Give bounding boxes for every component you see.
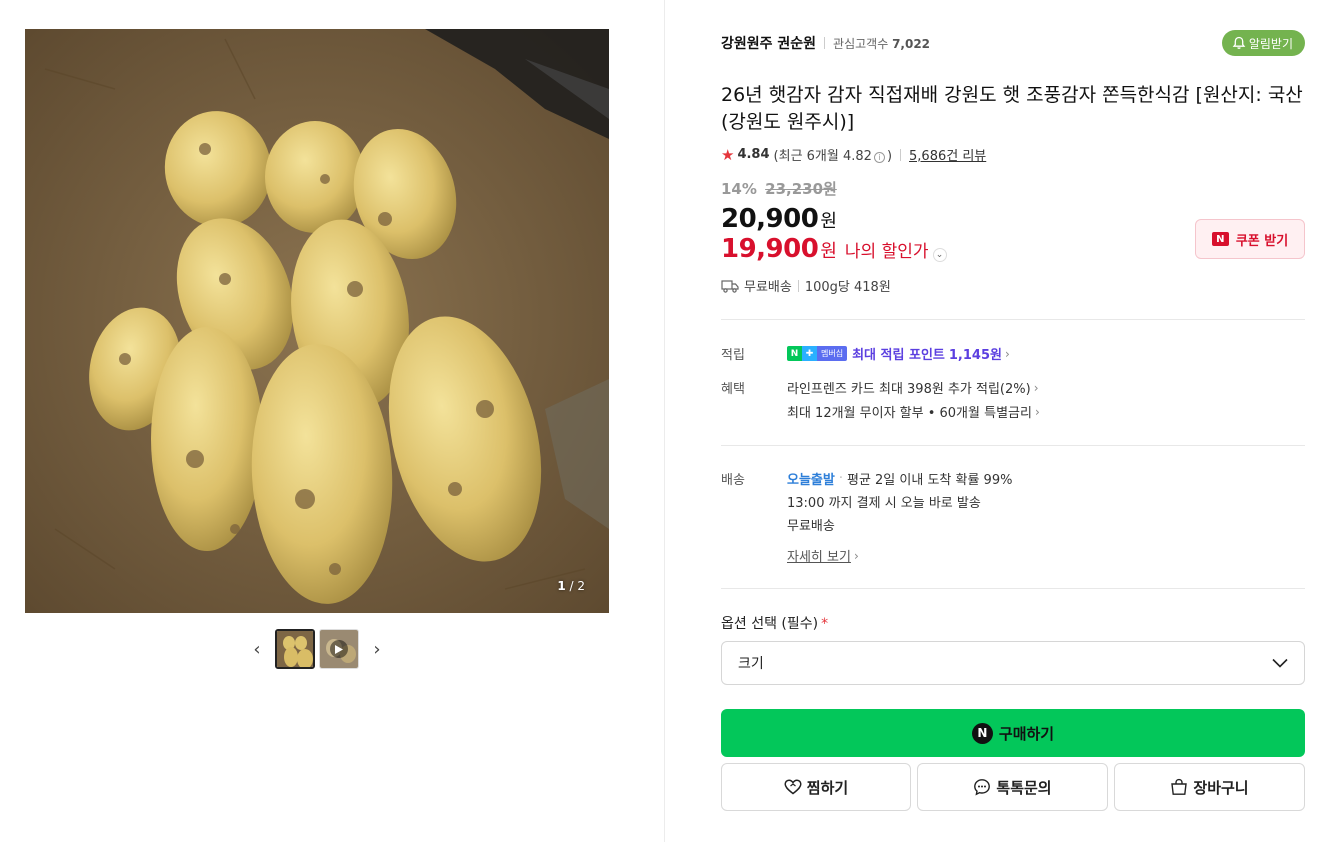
wish-button[interactable]: 찜하기 (721, 763, 911, 811)
buy-label: 구매하기 (998, 724, 1055, 743)
play-icon (330, 640, 348, 658)
detail-link[interactable]: 자세히 보기 › (787, 546, 859, 566)
chevron-down-icon: ⌄ (932, 248, 947, 262)
column-divider (664, 0, 665, 842)
separator (824, 37, 826, 49)
benefit-label: 혜택 (721, 382, 745, 397)
sale-price: 20,900 원 (721, 204, 837, 234)
rating-row: ★ 4.84 (최근 6개월 4.82 i) 5,686건 리뷰 (721, 145, 986, 165)
product-title: 26년 햇감자 감자 직접재배 강원도 햇 조풍감자 쫀득한식감 [원산지: 국… (721, 84, 1303, 133)
discount-rate: 14% (721, 180, 757, 198)
unit-price: 100g당 418원 (804, 280, 891, 295)
points-text: 최대 적립 포인트 (852, 348, 945, 363)
my-price-label: 나의 할인가 (844, 242, 929, 262)
potato-photo (25, 29, 609, 613)
npay-membership-badge: N ✚ 멤버십 (787, 346, 848, 361)
star-icon: ★ (721, 145, 735, 164)
interest-count: 관심고객수 7,022 (833, 35, 930, 52)
free-shipping: 무료배송 (744, 280, 792, 295)
separator (900, 148, 902, 161)
wish-label: 찜하기 (806, 778, 849, 797)
original-price: 23,230원 (765, 180, 837, 198)
thumbnail-strip: ‹ › (247, 628, 387, 670)
chevron-right-icon[interactable]: › (367, 639, 387, 660)
my-price-unit: 원 (820, 241, 837, 262)
talk-label: 톡톡문의 (996, 778, 1052, 797)
chat-icon (974, 779, 991, 796)
buy-button[interactable]: N 구매하기 (721, 709, 1305, 757)
bullet: · (838, 471, 843, 486)
npay-n: N (787, 346, 802, 361)
cutoff-text: 13:00 까지 결제 시 오늘 바로 발송 (787, 496, 981, 511)
coupon-button[interactable]: N 쿠폰 받기 (1195, 219, 1305, 259)
delivery-today-row: 오늘출발 · 평균 2일 이내 도착 확률 99% (787, 469, 1012, 488)
heart-icon (784, 779, 802, 795)
membership-text: 멤버십 (817, 346, 848, 361)
interest-label: 관심고객수 (833, 36, 889, 51)
truck-icon (721, 279, 739, 293)
cart-label: 장바구니 (1193, 778, 1249, 797)
my-discount-price[interactable]: 19,900 원 나의 할인가 ⌄ (721, 234, 947, 264)
cart-button[interactable]: 장바구니 (1114, 763, 1305, 811)
review-link[interactable]: 5,686건 리뷰 (909, 145, 986, 164)
installment-text: 최대 12개월 무이자 할부 • 60개월 특별금리 (787, 406, 1032, 421)
option-select[interactable]: 크기 (721, 641, 1305, 685)
store-header: 강원원주 권순원 관심고객수 7,022 알림받기 (721, 30, 1305, 56)
store-name[interactable]: 강원원주 권순원 (721, 33, 816, 53)
chevron-right-icon: › (1004, 346, 1010, 361)
interest-value: 7,022 (892, 36, 931, 51)
alarm-button[interactable]: 알림받기 (1221, 30, 1305, 56)
option-label-text: 옵션 선택 (필수) (721, 616, 819, 632)
discount-row: 14% 23,230원 (721, 178, 837, 199)
naver-pay-icon: N (971, 722, 993, 744)
option-label: 옵션 선택 (필수) * (721, 613, 828, 633)
rating-value: 4.84 (737, 147, 770, 162)
card-benefit-row[interactable]: 라인프렌즈 카드 최대 398원 추가 적립(2%) › (787, 378, 1039, 398)
chevron-right-icon: › (1034, 404, 1040, 419)
image-counter: 1 / 2 (557, 579, 585, 593)
arrival-rate: 평균 2일 이내 도착 확률 99% (846, 473, 1013, 488)
chevron-right-icon: › (1033, 380, 1039, 395)
info-icon[interactable]: i (873, 152, 885, 163)
delivery-free: 무료배송 (787, 519, 835, 534)
talk-button[interactable]: 톡톡문의 (917, 763, 1108, 811)
chevron-down-icon (1272, 658, 1288, 668)
product-page: 1 / 2 ‹ › 강원원주 권순원 관심고객수 7,022 알림받기 26년 … (0, 0, 1334, 842)
chevron-right-icon: › (853, 548, 859, 563)
coupon-label: 쿠폰 받기 (1235, 233, 1289, 249)
detail-link-label: 자세히 보기 (787, 550, 851, 565)
option-select-value: 크기 (738, 656, 764, 672)
points-row[interactable]: N ✚ 멤버십 최대 적립 포인트 1,145원 › (787, 344, 1010, 363)
today-shipping: 오늘출발 (787, 473, 835, 488)
potato-thumbnail-image (277, 631, 313, 667)
plus-icon: ✚ (802, 346, 817, 361)
alarm-label: 알림받기 (1248, 36, 1293, 51)
price-unit: 원 (820, 211, 837, 232)
installment-row[interactable]: 최대 12개월 무이자 할부 • 60개월 특별금리 › (787, 402, 1040, 422)
separator (797, 279, 799, 292)
divider (721, 588, 1305, 589)
card-benefit: 라인프렌즈 카드 최대 398원 추가 적립(2%) (787, 382, 1031, 397)
divider (721, 445, 1305, 446)
divider (721, 319, 1305, 320)
price-value: 20,900 (721, 204, 819, 234)
product-main-image[interactable]: 1 / 2 (25, 29, 609, 613)
my-price-value: 19,900 (721, 234, 819, 264)
required-mark: * (821, 616, 829, 632)
potato-thumbnail[interactable] (275, 629, 315, 669)
shipping-summary: 무료배송 100g당 418원 (721, 276, 891, 295)
bell-plus-icon (1232, 36, 1246, 49)
recent-rating: (최근 6개월 4.82 i) (773, 149, 893, 164)
delivery-label: 배송 (721, 473, 745, 488)
points-value: 1,145원 (948, 348, 1002, 363)
shopping-bag-icon (1171, 778, 1188, 795)
chevron-left-icon[interactable]: ‹ (247, 639, 267, 660)
points-label: 적립 (721, 348, 745, 363)
naver-n-icon: N (1211, 232, 1229, 246)
video-thumbnail[interactable] (319, 629, 359, 669)
